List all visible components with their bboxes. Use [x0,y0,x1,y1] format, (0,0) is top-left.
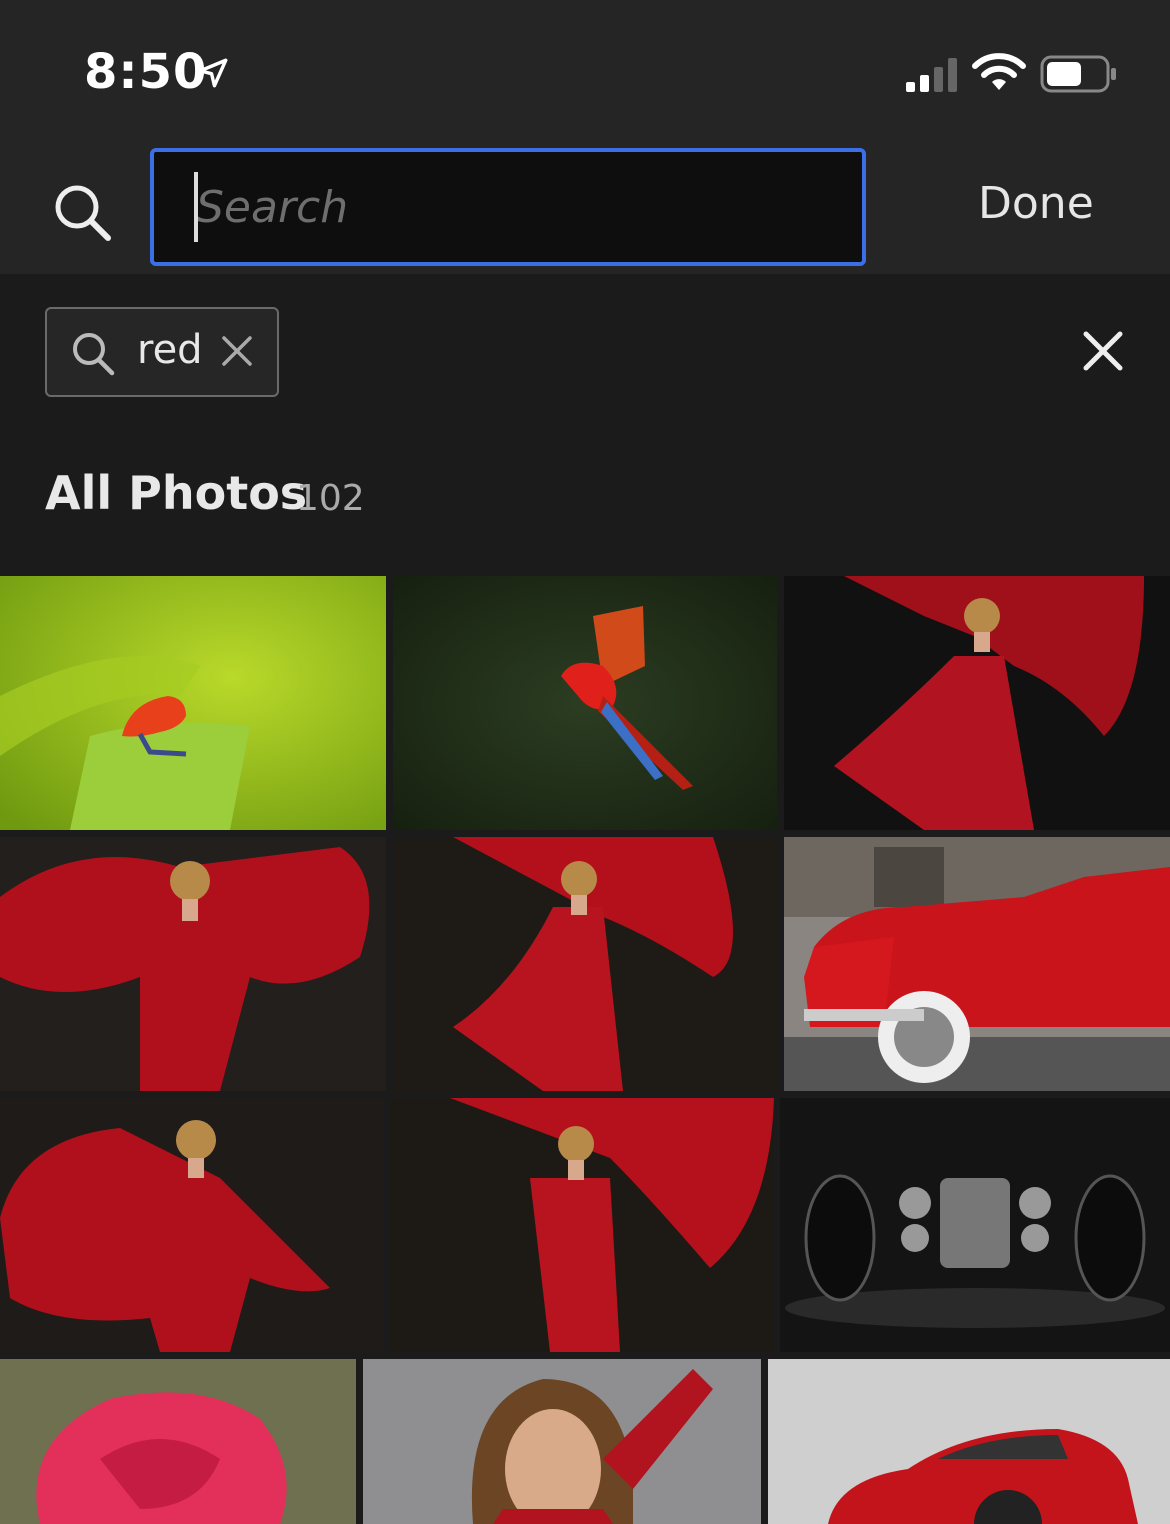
photo-thumbnail[interactable] [0,1359,356,1524]
photo-thumbnail[interactable] [0,837,386,1091]
battery-icon [1040,55,1116,93]
search-field [150,148,866,266]
done-button[interactable]: Done [978,178,1094,229]
photo-thumbnail[interactable] [363,1359,761,1524]
section-title: All Photos [45,466,308,520]
wifi-icon [972,53,1026,90]
status-bar: 8:50 [0,0,1170,140]
photo-thumbnail[interactable] [784,576,1170,830]
remove-filter-icon[interactable] [221,335,253,367]
photo-thumbnail[interactable] [784,837,1170,1091]
search-bar: Done [0,140,1170,274]
photo-thumbnail[interactable] [780,1098,1170,1352]
location-arrow-icon [198,58,228,88]
filter-chip-label: red [137,327,203,373]
photo-thumbnail[interactable] [0,1098,384,1352]
text-cursor [194,172,198,242]
cellular-signal-icon [906,58,957,92]
close-icon[interactable] [1082,330,1124,372]
photo-thumbnail[interactable] [393,576,777,830]
photo-thumbnail[interactable] [768,1359,1170,1524]
search-icon [55,185,111,241]
photo-count: 102 [296,478,365,519]
photo-thumbnail[interactable] [0,576,386,830]
status-time: 8:50 [84,44,208,100]
filter-chip-red[interactable]: red [45,307,279,397]
filter-area: red All Photos 102 [0,274,1170,574]
search-icon [73,333,115,376]
search-input[interactable] [154,152,862,262]
photo-thumbnail[interactable] [393,837,777,1091]
photo-thumbnail[interactable] [390,1098,774,1352]
